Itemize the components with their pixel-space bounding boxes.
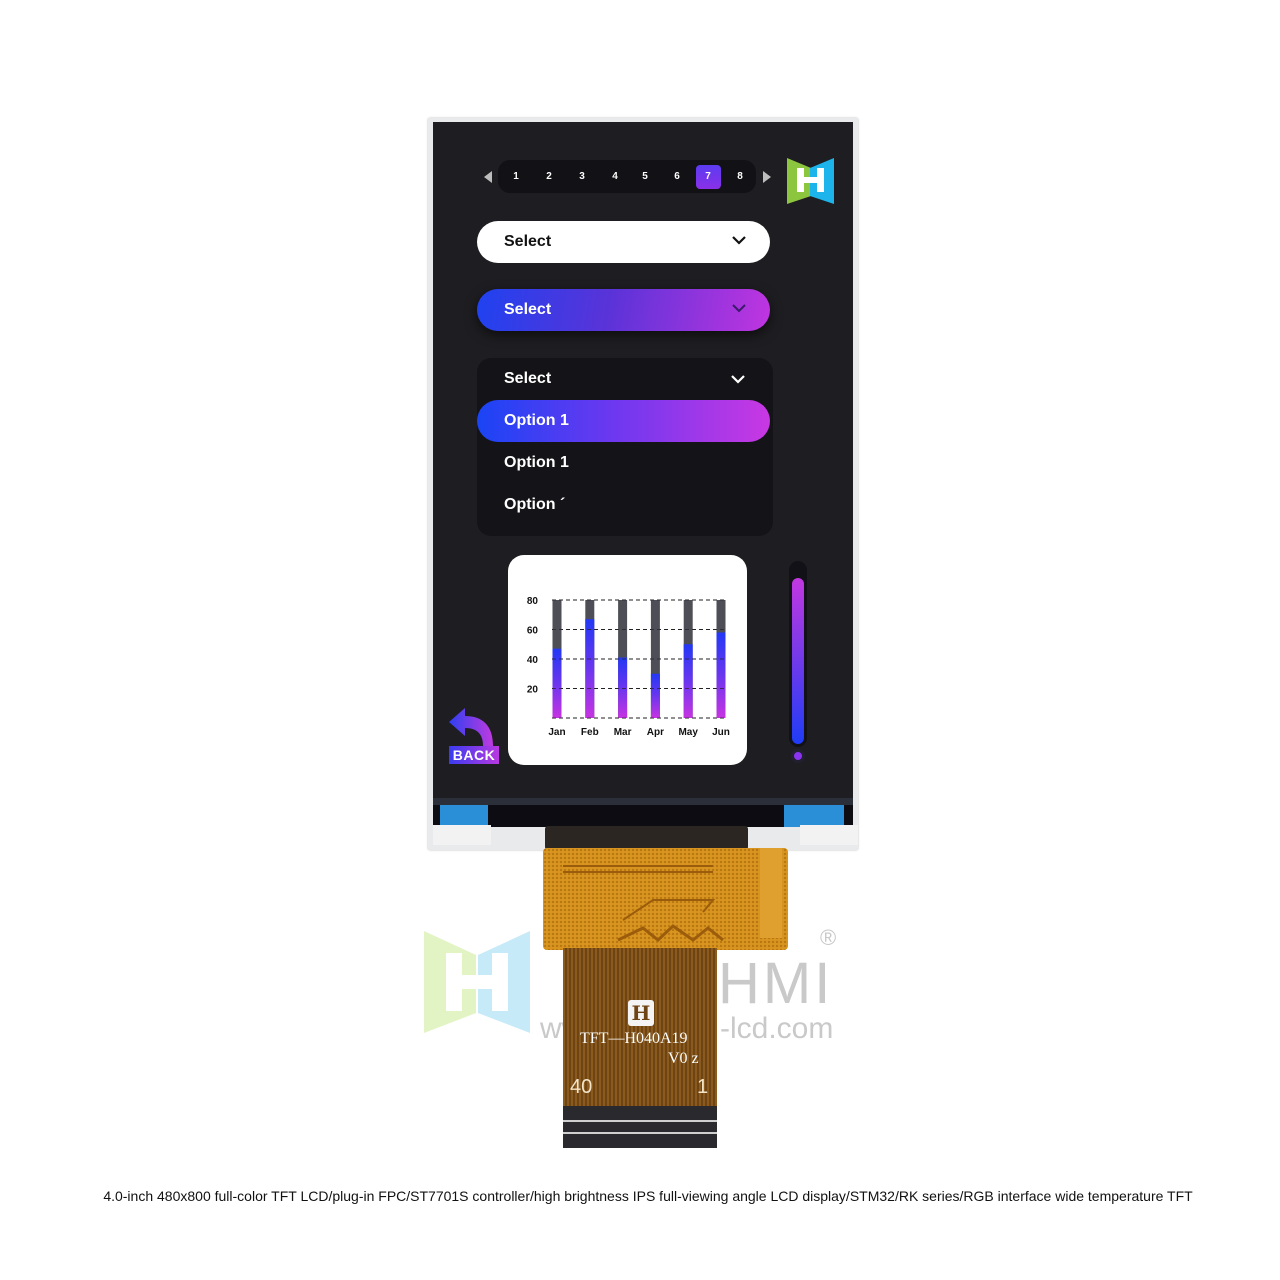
contact-line — [563, 1132, 717, 1134]
bar-apr — [650, 673, 660, 718]
fpc-logo-icon: H — [628, 1000, 654, 1026]
fpc-connector — [545, 826, 748, 850]
pagination-numbers: 1 2 3 4 5 6 7 8 — [498, 160, 756, 193]
select-gradient-label: Select — [504, 301, 552, 318]
left-bonding-pad — [440, 805, 488, 827]
x-tick-label: Apr — [647, 727, 664, 738]
select-white-label: Select — [504, 233, 552, 250]
contact-line — [563, 1120, 717, 1122]
chevron-down-icon — [732, 236, 746, 245]
bar-mar — [618, 657, 628, 718]
next-page-icon[interactable] — [763, 171, 771, 183]
x-tick-label: May — [678, 727, 698, 738]
back-arrow-icon — [449, 708, 493, 746]
dropdown-option-3[interactable]: Option ´ — [504, 494, 565, 516]
watermark-brand-right: HMI — [718, 951, 834, 1016]
back-button[interactable]: BACK — [447, 706, 502, 766]
dropdown-option-2[interactable]: Option 1 — [504, 452, 569, 474]
fpc-flex-wide — [543, 848, 788, 950]
fpc-model-label: TFT—H040A19 — [580, 1030, 688, 1047]
page-button-6[interactable]: 6 — [665, 160, 689, 193]
x-tick-label: Feb — [581, 727, 599, 738]
x-tick-label: Mar — [614, 727, 632, 738]
select-gradient[interactable]: Select — [477, 289, 770, 331]
chevron-down-icon[interactable] — [731, 374, 745, 384]
bar-jun — [716, 632, 726, 718]
bar-feb — [585, 619, 595, 718]
x-tick-label: Jan — [548, 727, 565, 738]
right-frame-tab — [800, 825, 858, 845]
pin-label-left: 40 — [570, 1076, 593, 1098]
x-tick-label: Jun — [712, 727, 730, 738]
page-button-1[interactable]: 1 — [504, 160, 528, 193]
chart-card: 20 40 60 80 Jan Feb Mar Apr May Jun — [508, 555, 747, 765]
fpc-version-label: V0 z — [668, 1050, 699, 1067]
y-tick-label: 80 — [527, 596, 539, 607]
right-bonding-pad — [784, 805, 844, 827]
page-button-2[interactable]: 2 — [537, 160, 561, 193]
fpc-contacts — [563, 1106, 717, 1148]
page-button-3[interactable]: 3 — [570, 160, 594, 193]
vertical-slider[interactable] — [789, 561, 807, 747]
dropdown-option-1[interactable]: Option 1 — [504, 410, 569, 432]
watermark-logo-icon — [424, 931, 530, 1033]
bar-may — [683, 644, 693, 718]
slider-fill — [792, 578, 804, 744]
chevron-down-icon — [732, 304, 746, 313]
page-button-7[interactable]: 7 — [696, 160, 720, 193]
left-frame-tab — [433, 825, 491, 845]
fpc-side-stub — [760, 848, 782, 938]
back-label: BACK — [449, 746, 499, 764]
select-white[interactable]: Select — [477, 221, 770, 263]
y-tick-label: 60 — [527, 626, 539, 637]
product-caption: 4.0-inch 480x800 full-color TFT LCD/plug… — [103, 1188, 1193, 1204]
bar-chart: 20 40 60 80 Jan Feb Mar Apr May Jun — [527, 596, 730, 738]
page-button-5[interactable]: 5 — [633, 160, 657, 193]
fpc-traces — [563, 865, 724, 942]
dropdown-label[interactable]: Select — [504, 368, 551, 390]
page-button-8[interactable]: 8 — [728, 160, 752, 193]
y-tick-label: 20 — [527, 685, 539, 696]
brand-logo-icon — [787, 158, 834, 204]
page-button-4[interactable]: 4 — [603, 160, 627, 193]
pin-label-right: 1 — [697, 1076, 709, 1098]
watermark-url-right: -lcd.com — [720, 1012, 834, 1045]
slider-indicator-dot — [794, 752, 802, 760]
prev-page-icon[interactable] — [484, 171, 492, 183]
y-tick-label: 40 — [527, 655, 539, 666]
watermark-registered: ® — [820, 925, 837, 950]
